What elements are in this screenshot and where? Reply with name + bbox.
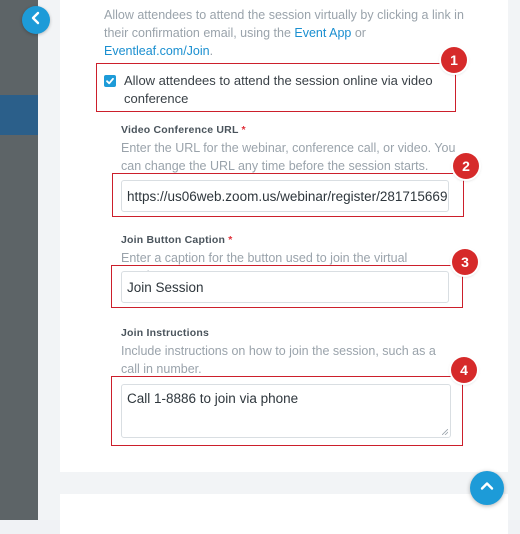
back-button[interactable] <box>22 6 50 34</box>
callout-badge-1: 1 <box>441 47 467 73</box>
sidebar <box>0 0 38 520</box>
event-app-link[interactable]: Event App <box>294 26 351 40</box>
join-instructions-label-text: Join Instructions <box>121 327 209 339</box>
scroll-to-top-button[interactable] <box>470 471 504 505</box>
chevron-left-icon <box>29 11 43 30</box>
join-caption-label-text: Join Button Caption <box>121 234 226 246</box>
join-instructions-label: Join Instructions <box>121 327 209 339</box>
virtual-intro-text: Allow attendees to attend the session vi… <box>104 6 464 60</box>
required-mark: * <box>241 124 246 136</box>
callout-box-3 <box>111 265 463 308</box>
eventleaf-join-link[interactable]: Eventleaf.com/Join <box>104 44 210 58</box>
callout-box-2 <box>112 173 464 217</box>
chevron-up-icon <box>479 478 495 499</box>
callout-badge-3: 3 <box>452 249 478 275</box>
callout-box-4 <box>111 376 463 446</box>
required-mark: * <box>228 234 233 246</box>
callout-box-1 <box>96 63 456 112</box>
video-url-help: Enter the URL for the webinar, conferenc… <box>121 141 456 173</box>
intro-text-end: . <box>209 44 214 58</box>
callout-badge-4: 4 <box>451 357 477 383</box>
next-section-card <box>60 494 508 534</box>
join-instructions-help: Include instructions on how to join the … <box>121 344 436 376</box>
intro-text: Allow attendees to attend the session vi… <box>104 8 464 40</box>
sidebar-active-band <box>0 95 38 135</box>
video-url-label: Video Conference URL * <box>121 124 246 136</box>
video-url-label-text: Video Conference URL <box>121 124 239 136</box>
callout-badge-2: 2 <box>453 153 479 179</box>
intro-text-middle: or <box>351 26 366 40</box>
join-caption-label: Join Button Caption * <box>121 234 233 246</box>
